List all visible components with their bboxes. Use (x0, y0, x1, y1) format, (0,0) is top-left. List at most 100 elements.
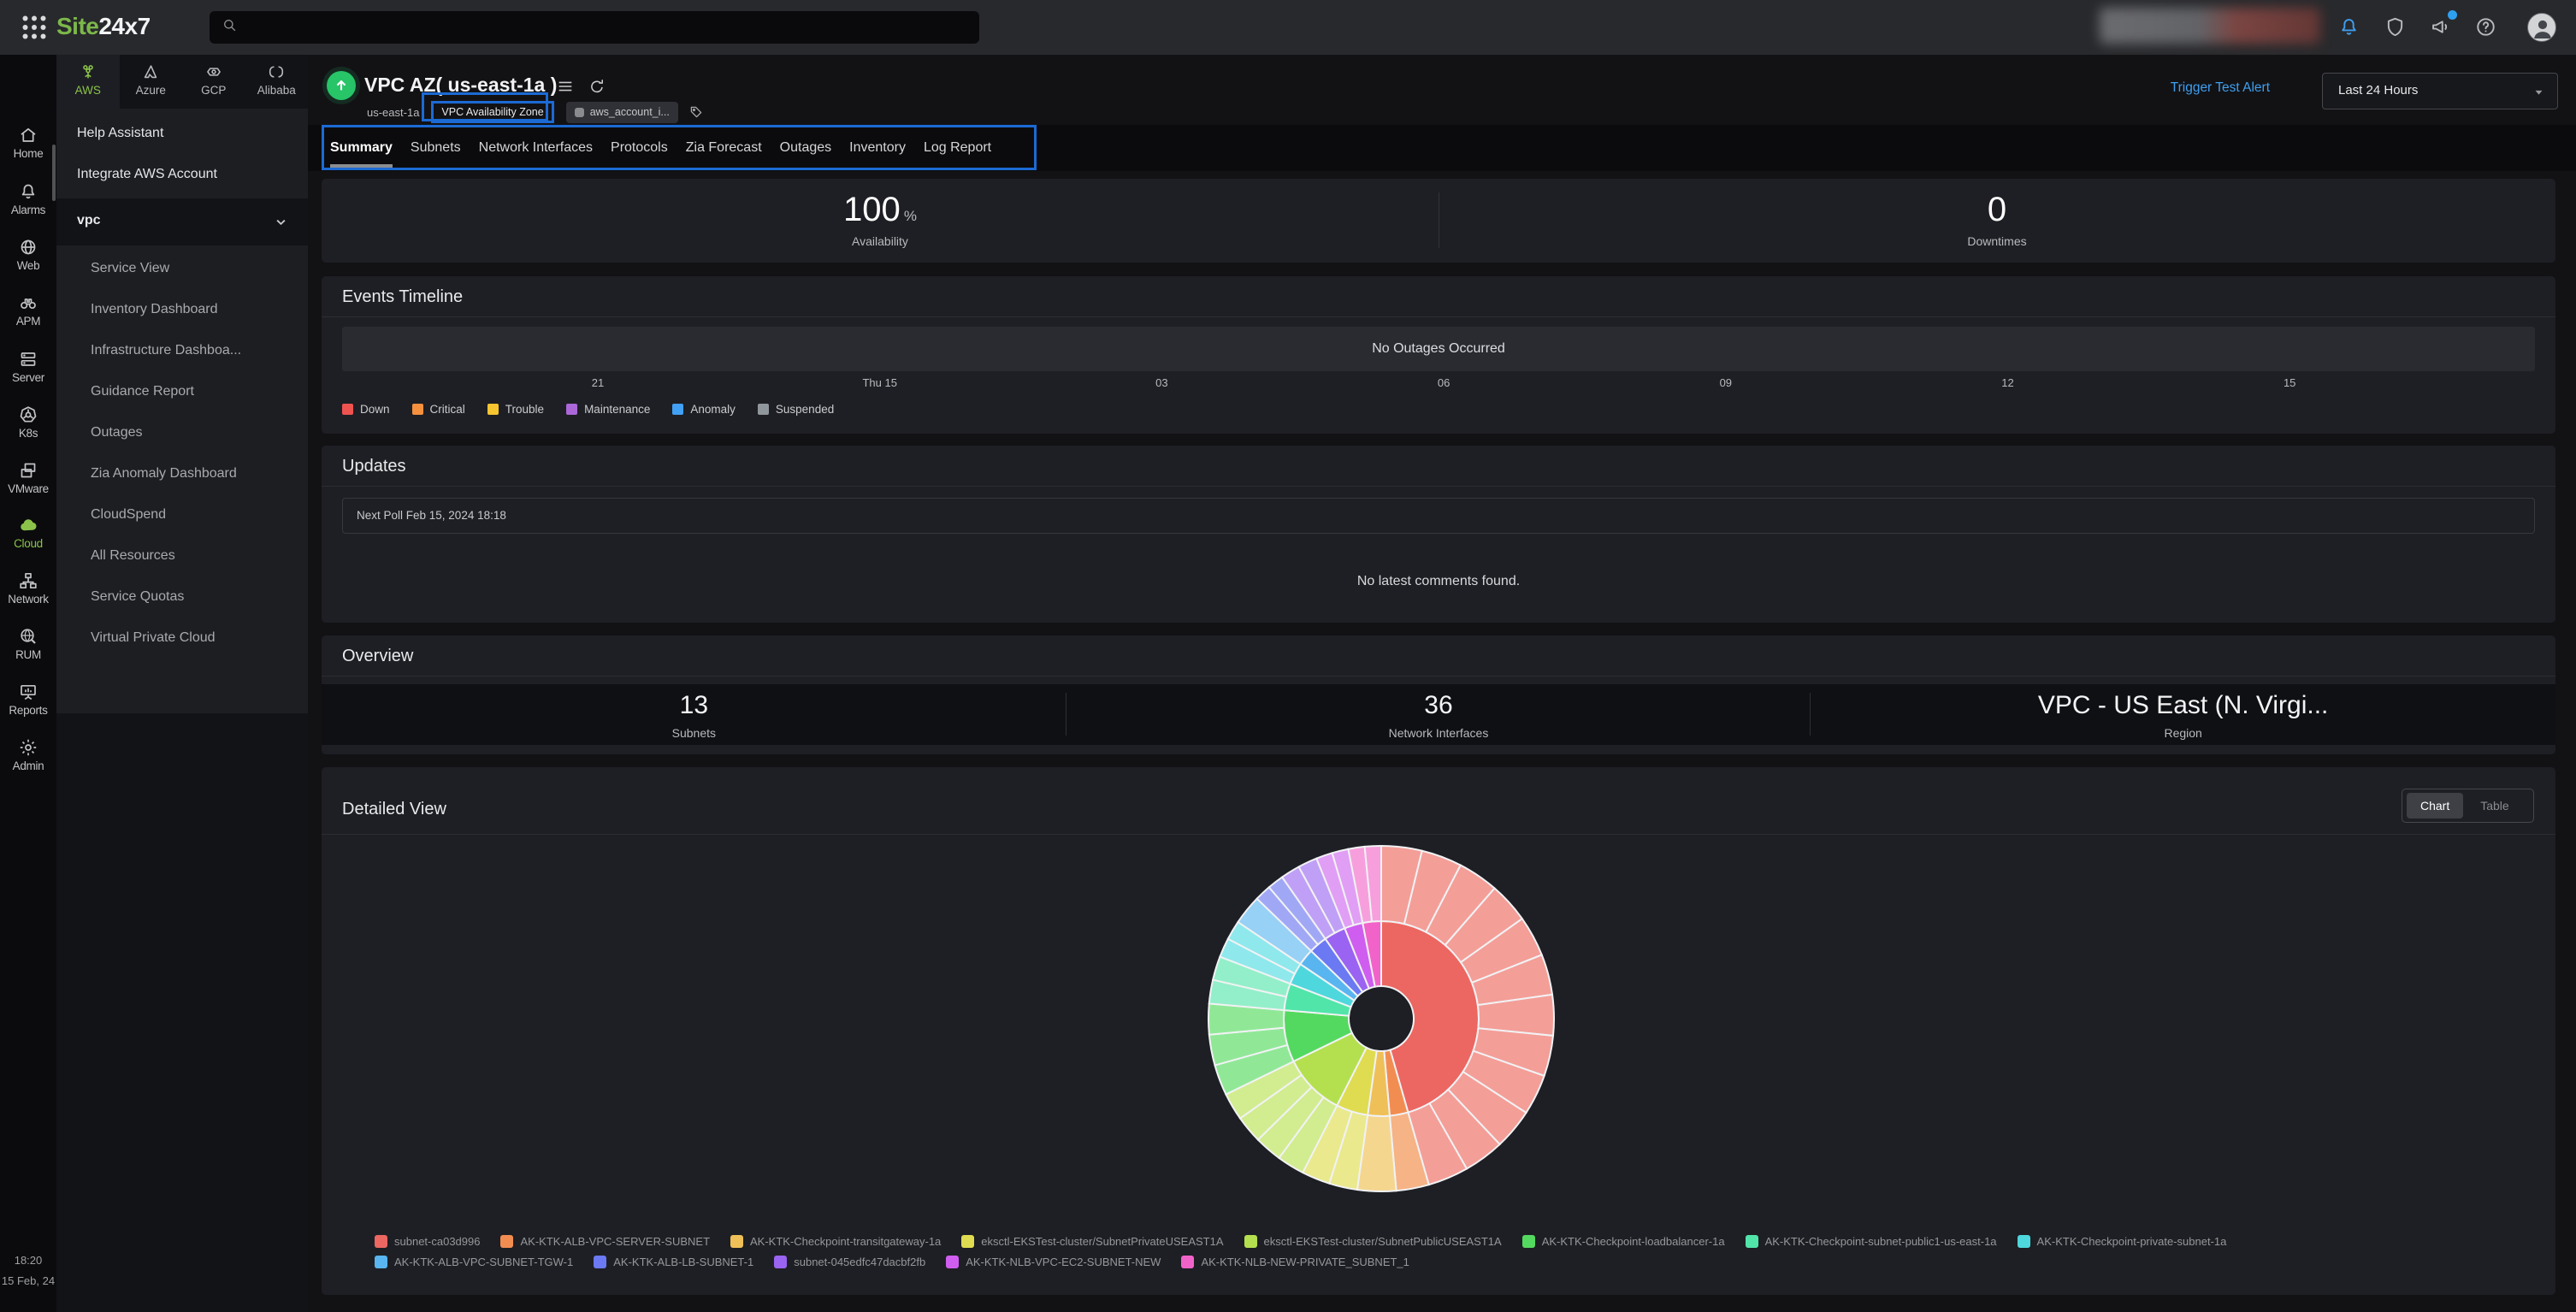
chart-legend-eksctl-ekstest-cluster-subnetprivateuseast1a[interactable]: eksctl-EKSTest-cluster/SubnetPrivateUSEA… (961, 1235, 1224, 1248)
k8s-icon (0, 405, 56, 425)
tab-outages[interactable]: Outages (780, 125, 831, 171)
sidebar-timestamp: 18:20 15 Feb, 24 (0, 1250, 56, 1291)
sidebar-item-alarms[interactable]: Alarms (0, 181, 56, 236)
chart-legend-ak-ktk-alb-vpc-server-subnet[interactable]: AK-KTK-ALB-VPC-SERVER-SUBNET (500, 1235, 710, 1248)
menu-item-cloudspend[interactable]: CloudSpend (91, 507, 303, 523)
downtimes-label: Downtimes (1967, 234, 2027, 248)
chart-legend-ak-ktk-checkpoint-transitgateway-1a[interactable]: AK-KTK-Checkpoint-transitgateway-1a (730, 1235, 941, 1248)
site24x7-logo: Site24x7 (56, 13, 151, 40)
chart-legend-ak-ktk-checkpoint-private-subnet-1a[interactable]: AK-KTK-Checkpoint-private-subnet-1a (2017, 1235, 2226, 1248)
legend-label: Suspended (775, 403, 835, 416)
legend-swatch (411, 404, 423, 415)
menu-item-zia-anomaly-dashboard[interactable]: Zia Anomaly Dashboard (91, 466, 303, 482)
sidebar-item-network[interactable]: Network (0, 570, 56, 625)
menu-item-all-resources[interactable]: All Resources (91, 548, 303, 564)
sidebar-item-admin[interactable]: Admin (0, 737, 56, 792)
timeline-legend-maintenance: Maintenance (566, 403, 650, 416)
bell-icon (0, 181, 56, 202)
view-toggle-table[interactable]: Table (2467, 793, 2522, 819)
legend-swatch (594, 1256, 607, 1268)
sidebar-item-web[interactable]: Web (0, 237, 56, 292)
sidebar-item-label: K8s (18, 427, 38, 440)
tab-zia-forecast[interactable]: Zia Forecast (686, 125, 762, 171)
monitor-region: us-east-1a (367, 105, 420, 119)
tab-log-report[interactable]: Log Report (924, 125, 991, 171)
menu-item-service-view[interactable]: Service View (91, 261, 303, 276)
menu-item-integrate-aws-account[interactable]: Integrate AWS Account (77, 167, 299, 182)
tab-protocols[interactable]: Protocols (611, 125, 668, 171)
sidebar-item-apm[interactable]: APM (0, 293, 56, 347)
sidebar-item-k8s[interactable]: K8s (0, 405, 56, 459)
divider (322, 486, 2555, 487)
legend-label: AK-KTK-NLB-NEW-PRIVATE_SUBNET_1 (1201, 1256, 1409, 1268)
trigger-test-alert-link[interactable]: Trigger Test Alert (2171, 80, 2270, 96)
monitor-menu-icon[interactable] (556, 77, 575, 96)
legend-label: AK-KTK-ALB-VPC-SUBNET-TGW-1 (394, 1256, 574, 1268)
chart-legend-eksctl-ekstest-cluster-subnetpublicuseast1a[interactable]: eksctl-EKSTest-cluster/SubnetPublicUSEAS… (1244, 1235, 1502, 1248)
sidebar-item-vmware[interactable]: VMware (0, 460, 56, 515)
app-grid-icon[interactable] (19, 12, 50, 43)
timeline-legend-down: Down (342, 403, 390, 416)
chart-legend-ak-ktk-nlb-vpc-ec2-subnet-new[interactable]: AK-KTK-NLB-VPC-EC2-SUBNET-NEW (946, 1256, 1161, 1268)
chart-legend-subnet-ca03d996[interactable]: subnet-ca03d996 (375, 1235, 480, 1248)
availability-unit: % (903, 208, 917, 224)
sidebar-item-home[interactable]: Home (0, 125, 56, 180)
chart-legend-ak-ktk-nlb-new-private-subnet-1[interactable]: AK-KTK-NLB-NEW-PRIVATE_SUBNET_1 (1181, 1256, 1409, 1268)
account-chip[interactable]: aws_account_i... (565, 101, 678, 123)
service-group-label: vpc (77, 213, 101, 228)
timestamp-date: 15 Feb, 24 (1, 1274, 56, 1287)
time-range-dropdown[interactable]: Last 24 Hours (2322, 73, 2558, 109)
provider-tab-label: Alibaba (257, 84, 296, 97)
timeline-tick: Thu 15 (862, 376, 897, 389)
timeline-legend-anomaly: Anomaly (672, 403, 736, 416)
legend-swatch (946, 1256, 960, 1268)
legend-swatch (375, 1235, 387, 1248)
provider-tab-label: Azure (135, 84, 166, 97)
service-group-vpc[interactable]: vpc (56, 198, 308, 245)
gcp-icon (182, 62, 245, 81)
monitor-type-badge[interactable]: VPC Availability Zone (431, 101, 554, 123)
provider-tab-alibaba[interactable]: Alibaba (245, 55, 309, 109)
security-shield-icon[interactable] (2384, 15, 2408, 39)
provider-tab-azure[interactable]: Azure (120, 55, 183, 109)
tag-icon[interactable] (688, 104, 704, 120)
tab-summary[interactable]: Summary (330, 125, 393, 171)
announcement-badge-dot (2448, 10, 2457, 20)
tab-inventory[interactable]: Inventory (849, 125, 906, 171)
tab-network-interfaces[interactable]: Network Interfaces (479, 125, 593, 171)
menu-item-guidance-report[interactable]: Guidance Report (91, 384, 303, 399)
sunburst-legend: subnet-ca03d996 AK-KTK-ALB-VPC-SERVER-SUB… (375, 1235, 2419, 1268)
help-icon[interactable] (2474, 15, 2498, 39)
sidebar-item-label: Cloud (14, 537, 43, 550)
refresh-icon[interactable] (588, 77, 606, 96)
provider-tab-gcp[interactable]: GCP (182, 55, 245, 109)
view-toggle-chart[interactable]: Chart (2407, 793, 2464, 819)
user-avatar[interactable] (2527, 13, 2556, 42)
chart-legend-ak-ktk-alb-lb-subnet-1[interactable]: AK-KTK-ALB-LB-SUBNET-1 (594, 1256, 753, 1268)
sidebar-item-rum[interactable]: RUM (0, 626, 56, 681)
global-search-input[interactable] (238, 20, 979, 35)
chart-legend-subnet-045edfc47dacbf2fb[interactable]: subnet-045edfc47dacbf2fb (774, 1256, 925, 1268)
chart-legend-ak-ktk-alb-vpc-subnet-tgw-1[interactable]: AK-KTK-ALB-VPC-SUBNET-TGW-1 (375, 1256, 573, 1268)
menu-item-outages[interactable]: Outages (91, 425, 303, 440)
overview-card: Overview 13 Subnets 36 Network Interfaces VP… (322, 635, 2555, 754)
menu-item-inventory-dashboard[interactable]: Inventory Dashboard (91, 302, 303, 317)
sidebar-item-cloud[interactable]: Cloud (0, 515, 56, 570)
sidebar-item-reports[interactable]: Reports (0, 682, 56, 736)
sidebar-item-server[interactable]: Server (0, 349, 56, 404)
provider-tab-aws[interactable]: AWS (56, 55, 120, 109)
sidebar-item-label: RUM (15, 648, 41, 661)
provider-tab-label: AWS (74, 84, 101, 97)
menu-item-help-assistant[interactable]: Help Assistant (77, 126, 299, 141)
notifications-bell-icon[interactable] (2337, 15, 2361, 39)
chart-legend-ak-ktk-checkpoint-subnet-public1-us-east-1a[interactable]: AK-KTK-Checkpoint-subnet-public1-us-east… (1745, 1235, 1997, 1248)
chart-legend-ak-ktk-checkpoint-loadbalancer-1a[interactable]: AK-KTK-Checkpoint-loadbalancer-1a (1521, 1235, 1725, 1248)
legend-swatch (672, 404, 684, 415)
menu-item-service-quotas[interactable]: Service Quotas (91, 589, 303, 605)
menu-item-infrastructure-dashboa[interactable]: Infrastructure Dashboa... (91, 343, 303, 358)
timestamp-time: 18:20 (14, 1254, 43, 1267)
sidebar-item-label: Network (8, 593, 49, 606)
tab-subnets[interactable]: Subnets (411, 125, 461, 171)
menu-item-virtual-private-cloud[interactable]: Virtual Private Cloud (91, 630, 303, 646)
legend-label: Down (360, 403, 390, 416)
